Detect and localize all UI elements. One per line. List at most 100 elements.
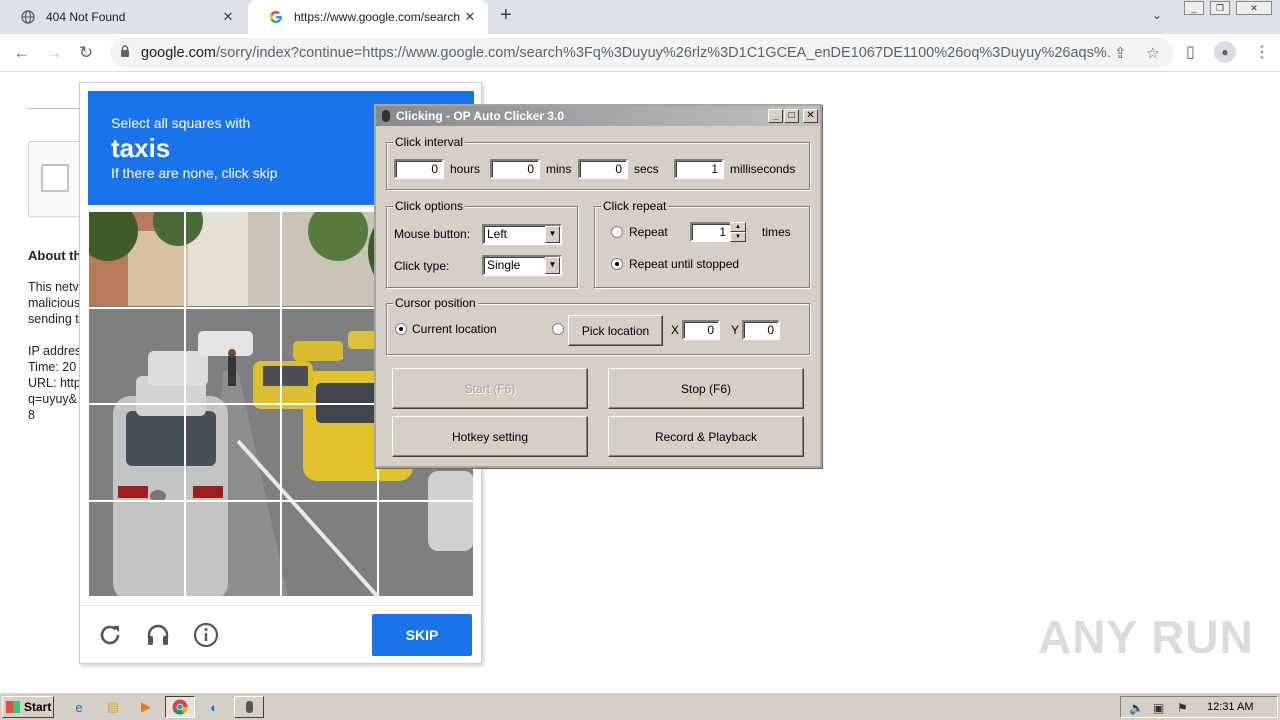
captcha-tile[interactable] (281, 500, 378, 597)
current-location-radio[interactable] (395, 323, 407, 335)
windows-logo-icon (6, 701, 20, 713)
side-panel-icon[interactable]: ▯ (1186, 42, 1195, 62)
repeat-count-input[interactable]: 1 (690, 222, 732, 242)
milliseconds-input[interactable]: 1 (674, 159, 724, 179)
maximize-button[interactable]: □ (784, 109, 799, 123)
reload-icon[interactable] (95, 620, 125, 650)
repeat-until-stopped-radio[interactable] (611, 258, 623, 270)
url-domain: google.com (141, 45, 216, 61)
pick-location-radio[interactable] (552, 323, 564, 335)
close-window-icon[interactable]: ✕ (1236, 1, 1272, 15)
browser-toolbar: ← → ↻ google.com/sorry/index?continue=ht… (0, 34, 1280, 72)
audio-icon[interactable] (143, 620, 173, 650)
media-player-icon[interactable]: ▶ (137, 698, 155, 716)
repeat-until-stopped-label: Repeat until stopped (629, 257, 740, 271)
taskbar-chrome[interactable] (165, 696, 195, 718)
lock-icon[interactable] (120, 45, 130, 61)
secs-input[interactable]: 0 (578, 159, 628, 179)
captcha-skip-hint: If there are none, click skip (111, 165, 278, 181)
taskbar-auto-clicker[interactable] (234, 696, 264, 718)
mins-input[interactable]: 0 (490, 159, 540, 179)
repeat-count-spinner[interactable]: ▲ ▼ (730, 222, 746, 242)
file-explorer-icon[interactable]: ▤ (104, 698, 122, 716)
tab-title: https://www.google.com/search?q= (294, 10, 460, 24)
captcha-target-word: taxis (111, 133, 171, 163)
milliseconds-label: milliseconds (730, 162, 796, 176)
click-interval-group: Click interval 0 hours 0 mins 0 secs 1 m… (386, 135, 810, 190)
network-icon[interactable]: ▣ (1153, 701, 1164, 715)
new-tab-button[interactable]: + (500, 4, 512, 27)
cursor-position-group: Cursor position Current location Pick lo… (386, 296, 810, 355)
volume-icon[interactable]: 🔈 (1129, 701, 1144, 715)
y-label: Y (731, 323, 740, 337)
pick-location-button[interactable]: Pick location (568, 315, 663, 346)
anyrun-watermark: ANY RUN (1038, 611, 1254, 663)
bookmark-star-icon[interactable]: ☆ (1146, 44, 1159, 62)
record-playback-button[interactable]: Record & Playback (608, 416, 804, 457)
tab-search-chevron-icon[interactable]: ⌄ (1152, 8, 1162, 22)
tab-404-not-found[interactable]: 404 Not Found ✕ (0, 0, 246, 34)
captcha-tile[interactable] (281, 404, 378, 501)
click-type-value: Single (487, 258, 521, 272)
spin-down-icon[interactable]: ▼ (730, 232, 746, 242)
secs-label: secs (634, 162, 659, 176)
clock[interactable]: 12:31 AM (1207, 701, 1253, 713)
stop-button[interactable]: Stop (F6) (608, 368, 804, 409)
dropdown-arrow-icon[interactable]: ▼ (545, 226, 560, 243)
page-text-line: sending t (28, 312, 79, 326)
reload-page-icon[interactable]: ↻ (74, 42, 98, 64)
share-icon[interactable]: ⇪ (1114, 44, 1127, 62)
minimize-window-icon[interactable]: _ (1184, 1, 1204, 15)
profile-avatar[interactable]: ● (1214, 41, 1236, 63)
dropdown-arrow-icon[interactable]: ▼ (545, 257, 560, 274)
address-bar[interactable]: google.com/sorry/index?continue=https://… (110, 38, 1174, 68)
mouse-button-select[interactable]: Left ▼ (482, 224, 562, 245)
restore-window-icon[interactable]: ❐ (1210, 1, 1230, 15)
mouse-icon (245, 701, 253, 713)
click-type-select[interactable]: Single ▼ (482, 255, 562, 276)
captcha-tile[interactable] (184, 211, 281, 308)
close-tab-icon[interactable]: ✕ (460, 9, 480, 25)
globe-icon (20, 9, 36, 25)
start-button[interactable]: Start (2, 696, 54, 718)
menu-kebab-icon[interactable]: ⋮ (1254, 42, 1270, 62)
hours-input[interactable]: 0 (394, 159, 444, 179)
action-center-flag-icon[interactable]: ⚑ (1177, 701, 1188, 715)
captcha-tile[interactable] (281, 307, 378, 404)
back-icon[interactable]: ← (10, 42, 34, 64)
close-tab-icon[interactable]: ✕ (218, 9, 238, 25)
spin-up-icon[interactable]: ▲ (730, 222, 746, 232)
info-icon[interactable] (191, 620, 221, 650)
mouse-icon (382, 110, 390, 122)
captcha-tile[interactable] (377, 500, 474, 597)
captcha-tile[interactable] (88, 500, 185, 597)
x-label: X (671, 323, 680, 337)
internet-explorer-icon[interactable]: e (70, 698, 88, 716)
captcha-tile[interactable] (88, 307, 185, 404)
repeat-radio[interactable] (611, 226, 623, 238)
captcha-tile[interactable] (184, 500, 281, 597)
recaptcha-checkbox[interactable] (41, 164, 69, 192)
skip-button[interactable]: SKIP (372, 614, 472, 656)
forward-icon[interactable]: → (42, 42, 66, 64)
captcha-tile[interactable] (88, 404, 185, 501)
start-button[interactable]: Start (F6) (392, 368, 588, 409)
y-coordinate-input[interactable]: 0 (742, 320, 780, 340)
close-button[interactable]: ✕ (803, 109, 818, 123)
edge-icon[interactable]: ◐ (205, 698, 223, 716)
captcha-tile[interactable] (88, 211, 185, 308)
repeat-label: Repeat (629, 225, 668, 239)
x-coordinate-input[interactable]: 0 (682, 320, 720, 340)
url-path: /sorry/index?continue=https://www.google… (215, 45, 1111, 61)
url-text[interactable]: google.com/sorry/index?continue=https://… (141, 45, 1111, 61)
captcha-tile[interactable] (184, 404, 281, 501)
hotkey-setting-button[interactable]: Hotkey setting (392, 416, 588, 457)
tab-google-search[interactable]: https://www.google.com/search?q= ✕ (248, 0, 488, 34)
captcha-tile[interactable] (281, 211, 378, 308)
captcha-tile[interactable] (184, 307, 281, 404)
page-text-line: URL: http (28, 376, 81, 390)
mins-label: mins (546, 162, 572, 176)
about-heading: About th (28, 248, 82, 263)
window-title-bar[interactable]: Clicking - OP Auto Clicker 3.0 _ □ ✕ (376, 106, 820, 126)
minimize-button[interactable]: _ (768, 109, 783, 123)
